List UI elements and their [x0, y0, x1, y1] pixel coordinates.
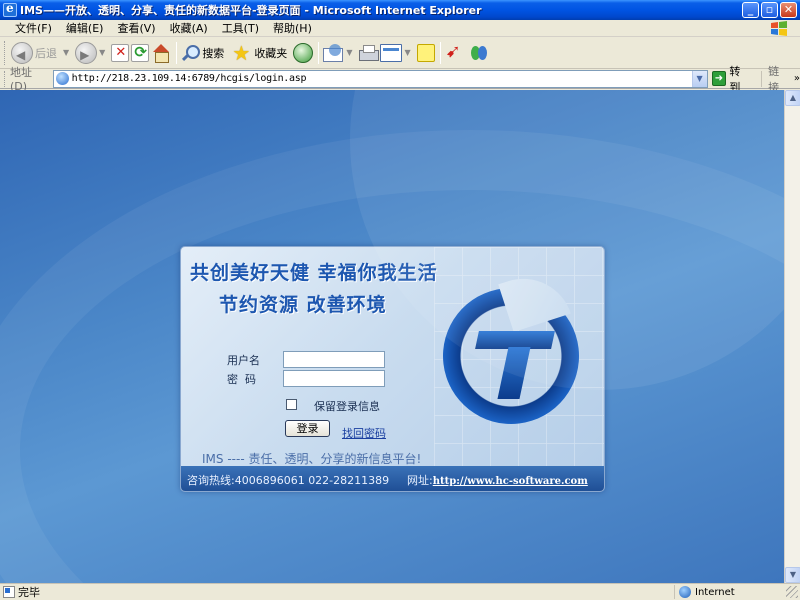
back-label: 后退	[35, 46, 57, 60]
refresh-icon	[131, 43, 150, 62]
favorites-label: 收藏夹	[254, 46, 288, 60]
maximize-icon: ▫	[765, 3, 774, 16]
title-bar[interactable]: IMS——开放、透明、分享、责任的新数据平台-登录页面 - Microsoft …	[0, 0, 800, 20]
menu-view[interactable]: 查看(V)	[110, 20, 162, 36]
printer-icon	[358, 43, 380, 63]
password-label: 密 码	[227, 373, 256, 386]
slogan-line-1: 共创美好天健 幸福你我生活	[190, 262, 438, 284]
password-input[interactable]	[283, 370, 385, 387]
remember-label: 保留登录信息	[314, 400, 380, 413]
chevron-right-icon[interactable]: »	[794, 73, 800, 84]
edit-dropdown-icon[interactable]: ▼	[404, 48, 410, 57]
refresh-button[interactable]	[131, 40, 150, 66]
resize-grip[interactable]	[786, 586, 798, 598]
back-button[interactable]: ◀ 后退 ▼	[11, 40, 73, 66]
scroll-down-icon[interactable]: ▼	[785, 567, 800, 583]
forward-dropdown-icon[interactable]: ▼	[99, 48, 105, 57]
minimize-button[interactable]: _	[742, 2, 759, 18]
close-icon: ✕	[783, 3, 794, 16]
zone-label: Internet	[695, 586, 735, 598]
mail-dropdown-icon[interactable]: ▼	[346, 48, 352, 57]
mail-button[interactable]: ▼	[322, 40, 356, 66]
home-button[interactable]	[151, 40, 171, 66]
company-logo-t	[477, 331, 553, 401]
forgot-password-link[interactable]: 找回密码	[342, 425, 386, 441]
bird-icon	[444, 41, 466, 63]
slogan-line-2: 节约资源 改善环境	[219, 294, 387, 316]
address-input[interactable]: http://218.23.109.14:6789/hcgis/login.as…	[52, 69, 708, 88]
window-title: IMS——开放、透明、分享、责任的新数据平台-登录页面 - Microsoft …	[20, 4, 482, 17]
windows-logo-icon	[771, 21, 787, 36]
edit-button[interactable]: ▼	[380, 40, 414, 66]
panel-footer: 咨询热线:4006896061 022-28211389 网址:http://w…	[181, 466, 604, 491]
back-dropdown-icon[interactable]: ▼	[63, 48, 69, 57]
menu-help[interactable]: 帮助(H)	[266, 20, 319, 36]
status-text: 完毕	[18, 586, 40, 599]
sticky-note-icon	[416, 43, 435, 62]
website-link[interactable]: http://www.hc-software.com	[433, 476, 588, 487]
print-button[interactable]	[358, 40, 380, 66]
toolbar-separator	[318, 41, 320, 64]
vertical-scrollbar[interactable]: ▲ ▼	[784, 90, 800, 583]
address-dropdown-icon[interactable]: ▼	[691, 70, 707, 87]
security-zone: Internet	[674, 585, 786, 599]
address-url[interactable]: http://218.23.109.14:6789/hcgis/login.as…	[72, 73, 307, 84]
minimize-icon: _	[747, 3, 754, 16]
hotline-text: 咨询热线:4006896061 022-28211389	[187, 474, 390, 487]
menu-bar: 文件(F) 编辑(E) 查看(V) 收藏(A) 工具(T) 帮助(H)	[0, 20, 800, 37]
mail-icon	[322, 43, 344, 63]
edit-page-icon	[380, 43, 403, 62]
stop-icon	[111, 43, 130, 62]
search-icon	[180, 43, 201, 63]
home-icon	[151, 43, 171, 63]
address-grip[interactable]	[4, 70, 7, 87]
menu-file[interactable]: 文件(F)	[8, 20, 59, 36]
menu-favorites[interactable]: 收藏(A)	[163, 20, 215, 36]
menu-edit[interactable]: 编辑(E)	[59, 20, 111, 36]
media-button[interactable]	[293, 40, 314, 66]
maximize-button[interactable]: ▫	[761, 2, 778, 18]
page-content: 共创美好天健 幸福你我生活 节约资源 改善环境 用户名 密 码 保留登录信息 登…	[0, 90, 784, 583]
forward-arrow-icon: ▶	[75, 41, 98, 64]
status-bar: 完毕 Internet	[0, 583, 800, 600]
address-label: 地址(D)	[9, 66, 32, 93]
login-panel: 共创美好天健 幸福你我生活 节约资源 改善环境 用户名 密 码 保留登录信息 登…	[180, 246, 605, 492]
scroll-up-icon[interactable]: ▲	[785, 90, 800, 106]
menu-tools[interactable]: 工具(T)	[215, 20, 266, 36]
stop-button[interactable]	[111, 40, 130, 66]
page-done-icon	[3, 586, 15, 598]
messenger-icon	[468, 43, 490, 63]
remember-checkbox[interactable]	[286, 399, 297, 410]
toolbar-grip[interactable]	[4, 40, 7, 65]
messenger-button[interactable]	[468, 40, 490, 66]
tagline: IMS ---- 责任、透明、分享的新信息平台!	[202, 452, 422, 466]
research-button[interactable]	[444, 40, 466, 66]
links-separator	[761, 70, 763, 87]
login-button[interactable]: 登录	[285, 420, 330, 437]
toolbar-separator	[176, 41, 178, 64]
ie-icon	[3, 1, 17, 17]
close-button[interactable]: ✕	[780, 2, 797, 18]
standard-toolbar: ◀ 后退 ▼ ▶ ▼ 搜索 收藏夹 ▼ ▼	[0, 37, 800, 69]
website-info: 网址:http://www.hc-software.com	[407, 472, 588, 488]
website-label: 网址:	[407, 474, 433, 487]
username-input[interactable]	[283, 351, 385, 368]
back-arrow-icon: ◀	[11, 41, 33, 64]
go-arrow-icon: ➜	[711, 71, 727, 86]
forward-button[interactable]: ▶ ▼	[75, 40, 109, 66]
media-icon	[293, 42, 314, 63]
page-icon	[55, 72, 69, 85]
username-label: 用户名	[227, 354, 260, 367]
favorites-star-icon	[230, 41, 252, 65]
toolbar-separator	[439, 41, 441, 64]
globe-icon	[679, 586, 691, 598]
search-label: 搜索	[202, 46, 225, 60]
favorites-button[interactable]: 收藏夹	[230, 40, 291, 66]
address-bar: 地址(D) http://218.23.109.14:6789/hcgis/lo…	[0, 65, 800, 94]
search-button[interactable]: 搜索	[180, 40, 228, 66]
note-button[interactable]	[416, 40, 435, 66]
